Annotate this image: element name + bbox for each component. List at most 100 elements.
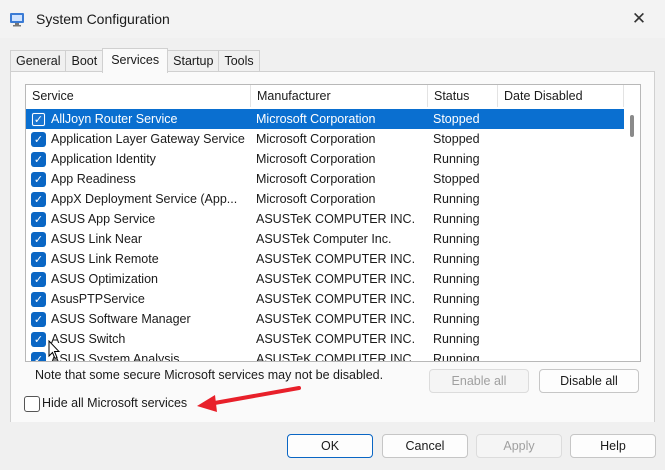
checkmark-icon: ✓	[33, 153, 44, 166]
manufacturer-cell: ASUSTeK COMPUTER INC.	[256, 332, 416, 346]
help-button[interactable]: Help	[570, 434, 656, 458]
service-checkbox[interactable]: ✓	[31, 331, 46, 347]
service-row[interactable]: ✓ AppX Deployment Service (App... Microsof…	[26, 189, 624, 209]
status-cell: Running	[433, 352, 480, 362]
service-name: App Readiness	[51, 172, 136, 186]
service-row[interactable]: ✓ ASUS Optimization ASUSTeK COMPUTER INC. R…	[26, 269, 624, 289]
manufacturer-cell: ASUSTek Computer Inc.	[256, 232, 392, 246]
cancel-button[interactable]: Cancel	[382, 434, 468, 458]
checkmark-icon: ✓	[33, 333, 44, 346]
service-checkbox[interactable]: ✓	[31, 291, 46, 307]
service-row[interactable]: ✓ Application Layer Gateway Service Micros…	[26, 129, 624, 149]
service-checkbox[interactable]: ✓	[31, 111, 46, 127]
scrollbar-thumb[interactable]	[630, 115, 634, 137]
manufacturer-cell: Microsoft Corporation	[256, 132, 376, 146]
service-row[interactable]: ✓ ASUS App Service ASUSTeK COMPUTER INC. Ru…	[26, 209, 624, 229]
service-row[interactable]: ✓ ASUS System Analysis ASUSTeK COMPUTER IN…	[26, 349, 624, 362]
checkmark-icon: ✓	[33, 293, 44, 306]
title-bar: System Configuration ✕	[0, 0, 665, 38]
apply-button[interactable]: Apply	[476, 434, 562, 458]
service-checkbox[interactable]: ✓	[31, 251, 46, 267]
service-row[interactable]: ✓ ASUS Link Near ASUSTek Computer Inc. Runn…	[26, 229, 624, 249]
column-header-manufacturer[interactable]: Manufacturer	[251, 85, 428, 107]
checkmark-icon: ✓	[33, 253, 44, 266]
service-checkbox[interactable]: ✓	[31, 211, 46, 227]
service-row[interactable]: ✓ AllJoyn Router Service Microsoft Corpora…	[26, 109, 624, 129]
column-header-date-disabled[interactable]: Date Disabled	[498, 85, 624, 107]
service-name: AppX Deployment Service (App...	[51, 192, 238, 206]
service-checkbox[interactable]: ✓	[31, 171, 46, 187]
service-row[interactable]: ✓ ASUS Link Remote ASUSTeK COMPUTER INC. Ru…	[26, 249, 624, 269]
service-name: ASUS Link Remote	[51, 252, 159, 266]
service-checkbox[interactable]: ✓	[31, 151, 46, 167]
hide-microsoft-services-label[interactable]: Hide all Microsoft services	[42, 396, 187, 410]
service-name: Application Layer Gateway Service	[51, 132, 245, 146]
services-list[interactable]: Service Manufacturer Status Date Disable…	[25, 84, 641, 362]
hide-microsoft-services-checkbox[interactable]	[24, 396, 40, 412]
service-name: AllJoyn Router Service	[51, 112, 178, 126]
service-cell: ✓ AllJoyn Router Service	[26, 111, 251, 127]
window-title: System Configuration	[36, 11, 170, 27]
close-button[interactable]: ✕	[627, 8, 651, 30]
service-name: ASUS Link Near	[51, 232, 143, 246]
status-cell: Running	[433, 192, 480, 206]
service-row[interactable]: ✓ ASUS Switch ASUSTeK COMPUTER INC. Running	[26, 329, 624, 349]
status-cell: Stopped	[433, 172, 480, 186]
tab-strip: General Boot Services Startup Tools	[10, 48, 260, 73]
manufacturer-cell: Microsoft Corporation	[256, 172, 376, 186]
service-name: ASUS Switch	[51, 332, 126, 346]
list-header: Service Manufacturer Status Date Disable…	[26, 85, 624, 107]
service-cell: ✓ ASUS Software Manager	[26, 311, 251, 327]
column-header-service[interactable]: Service	[26, 85, 251, 107]
service-checkbox[interactable]: ✓	[31, 351, 46, 361]
status-cell: Running	[433, 152, 480, 166]
service-name: ASUS Software Manager	[51, 312, 191, 326]
service-row[interactable]: ✓ ASUS Software Manager ASUSTeK COMPUTER I…	[26, 309, 624, 329]
service-checkbox[interactable]: ✓	[31, 271, 46, 287]
checkmark-icon: ✓	[33, 233, 44, 246]
service-cell: ✓ ASUS Link Near	[26, 231, 251, 247]
service-cell: ✓ ASUS Optimization	[26, 271, 251, 287]
rows-container: ✓ AllJoyn Router Service Microsoft Corpora…	[26, 109, 624, 362]
enable-all-button[interactable]: Enable all	[429, 369, 529, 393]
service-cell: ✓ Application Identity	[26, 151, 251, 167]
status-cell: Running	[433, 312, 480, 326]
tab-services[interactable]: Services	[102, 48, 169, 73]
service-checkbox[interactable]: ✓	[31, 231, 46, 247]
ok-button[interactable]: OK	[287, 434, 373, 458]
manufacturer-cell: Microsoft Corporation	[256, 152, 376, 166]
status-cell: Running	[433, 292, 480, 306]
service-checkbox[interactable]: ✓	[31, 191, 46, 207]
service-cell: ✓ ASUS Link Remote	[26, 251, 251, 267]
status-cell: Stopped	[433, 132, 480, 146]
manufacturer-cell: Microsoft Corporation	[256, 112, 376, 126]
manufacturer-cell: ASUSTeK COMPUTER INC.	[256, 312, 416, 326]
checkmark-icon: ✓	[33, 173, 44, 186]
tab-tools[interactable]: Tools	[218, 50, 260, 73]
tab-boot[interactable]: Boot	[65, 50, 104, 73]
disable-all-button[interactable]: Disable all	[539, 369, 639, 393]
manufacturer-cell: ASUSTeK COMPUTER INC.	[256, 352, 416, 362]
mouse-pointer-icon	[48, 340, 60, 360]
system-config-icon	[10, 13, 24, 27]
service-cell: ✓ AppX Deployment Service (App...	[26, 191, 251, 207]
tab-startup[interactable]: Startup	[167, 50, 220, 73]
service-name: ASUS Optimization	[51, 272, 158, 286]
red-arrow-annotation	[197, 386, 301, 412]
tab-general[interactable]: General	[10, 50, 67, 73]
service-name: ASUS App Service	[51, 212, 156, 226]
service-checkbox[interactable]: ✓	[31, 311, 46, 327]
service-cell: ✓ ASUS App Service	[26, 211, 251, 227]
checkmark-icon: ✓	[33, 273, 44, 286]
service-cell: ✓ App Readiness	[26, 171, 251, 187]
service-row[interactable]: ✓ App Readiness Microsoft Corporation Stopp…	[26, 169, 624, 189]
service-row[interactable]: ✓ Application Identity Microsoft Corporati…	[26, 149, 624, 169]
column-header-status[interactable]: Status	[428, 85, 498, 107]
status-cell: Running	[433, 272, 480, 286]
note-text: Note that some secure Microsoft services…	[35, 368, 384, 382]
status-cell: Running	[433, 212, 480, 226]
dialog-footer: OK Cancel Apply Help	[0, 422, 665, 470]
status-cell: Running	[433, 332, 480, 346]
service-checkbox[interactable]: ✓	[31, 131, 46, 147]
service-row[interactable]: ✓ AsusPTPService ASUSTeK COMPUTER INC. Runn…	[26, 289, 624, 309]
